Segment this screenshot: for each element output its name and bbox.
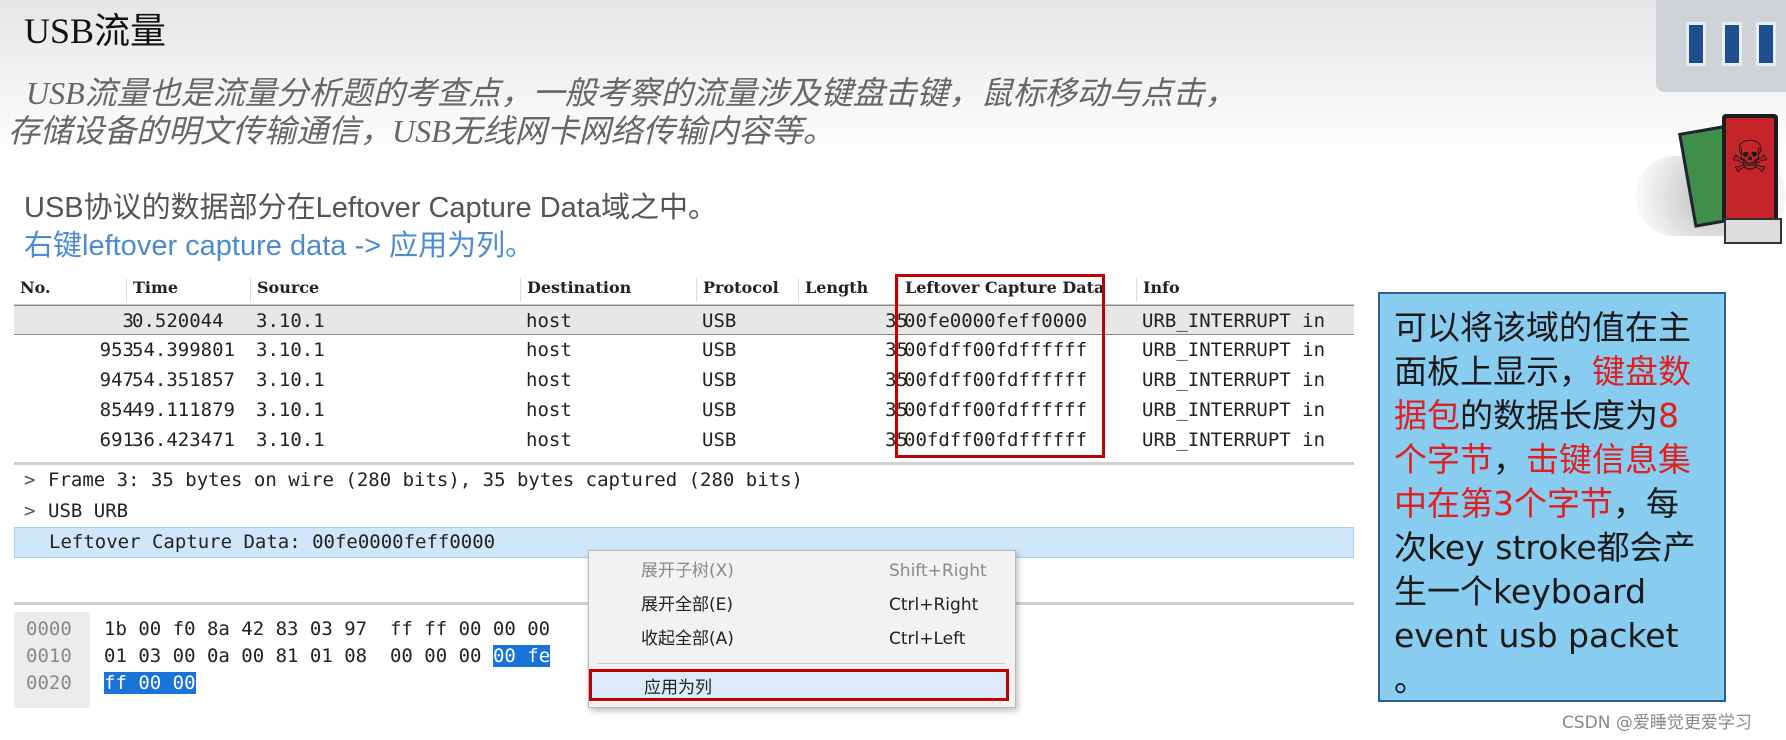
menu-item-shortcut: Ctrl+Right [889, 595, 979, 615]
cell-protocol: USB [702, 310, 737, 332]
hex-bytes: ff 00 00 [104, 672, 196, 694]
column-header-no[interactable]: No. [14, 278, 51, 302]
cell-length: 35 [885, 429, 908, 451]
hex-bytes-selected: ff 00 00 [104, 672, 196, 694]
packet-list: No. Time Source Destination Protocol Len… [14, 272, 1354, 455]
menu-item-apply-as-column[interactable]: 应用为列 [589, 669, 1009, 701]
tree-item-frame[interactable]: > Frame 3: 35 bytes on wire (280 bits), … [14, 465, 1354, 496]
cell-info: URB_INTERRUPT in [1142, 399, 1326, 421]
column-header-length[interactable]: Length [798, 278, 868, 302]
cell-protocol: USB [702, 429, 737, 451]
cell-length: 35 [885, 369, 908, 391]
cell-time: 36.423471 [132, 429, 235, 451]
usb-port-icon [1722, 22, 1742, 66]
cell-no: 3 [122, 310, 134, 332]
cell-no: 854 [99, 399, 134, 421]
note-text: 的数据长度为 [1460, 396, 1658, 435]
subtitle-line-2: 存储设备的明文传输通信，USB无线网卡网络传输内容等。 [8, 113, 835, 149]
column-header-source[interactable]: Source [250, 278, 319, 302]
column-header-info[interactable]: Info [1136, 278, 1180, 302]
hex-bytes-plain: 1b 00 f0 8a 42 83 03 97 ff ff 00 00 00 [104, 618, 551, 640]
expand-arrow-icon[interactable]: > [24, 496, 35, 527]
cell-info: URB_INTERRUPT in [1142, 369, 1326, 391]
cell-destination: host [526, 399, 572, 421]
cell-protocol: USB [702, 399, 737, 421]
menu-item-shortcut: Shift+Right [889, 561, 987, 581]
packet-row[interactable]: 947 54.351857 3.10.1 host USB 35 00fdff0… [14, 365, 1354, 395]
expand-arrow-icon[interactable]: > [24, 465, 35, 496]
cell-info: URB_INTERRUPT in [1142, 429, 1326, 451]
cell-protocol: USB [702, 369, 737, 391]
cell-no: 691 [99, 429, 134, 451]
cell-destination: host [526, 339, 572, 361]
cell-protocol: USB [702, 339, 737, 361]
hex-bytes: 1b 00 f0 8a 42 83 03 97 ff ff 00 00 00 [104, 618, 550, 640]
packet-row[interactable]: 953 54.399801 3.10.1 host USB 35 00fdff0… [14, 335, 1354, 365]
cell-no: 947 [99, 369, 134, 391]
menu-item-label: 应用为列 [644, 678, 712, 698]
menu-item-label: 收起全部(A) [641, 629, 734, 649]
cell-source: 3.10.1 [256, 369, 325, 391]
packet-row[interactable]: 691 36.423471 3.10.1 host USB 35 00fdff0… [14, 425, 1354, 455]
usb-port-icon [1686, 22, 1706, 66]
cell-time: 0.520044 [132, 310, 224, 332]
cell-length: 35 [885, 339, 908, 361]
usb-port-icon [1756, 22, 1776, 66]
red-usb-drive-icon: ☠ [1722, 114, 1778, 222]
packet-row-selected[interactable]: 3 0.520044 3.10.1 host USB 35 00fe0000fe… [14, 305, 1354, 335]
packet-detail-tree: > Frame 3: 35 bytes on wire (280 bits), … [14, 462, 1354, 558]
column-header-protocol[interactable]: Protocol [696, 278, 779, 302]
slide-note-leftover: USB协议的数据部分在Leftover Capture Data域之中。 [24, 192, 717, 224]
tree-item-label: USB URB [48, 500, 129, 522]
column-header-destination[interactable]: Destination [520, 278, 631, 302]
cell-source: 3.10.1 [256, 399, 325, 421]
hex-bytes-selected: 00 fe [492, 645, 551, 667]
cell-source: 3.10.1 [256, 339, 325, 361]
cell-destination: host [526, 310, 572, 332]
context-menu: 展开子树(X) Shift+Right 展开全部(E) Ctrl+Right 收… [588, 550, 1016, 708]
tree-item-usb-urb[interactable]: > USB URB [14, 496, 1354, 527]
tree-item-label: Leftover Capture Data: 00fe0000feff0000 [49, 531, 496, 553]
hex-offset: 0020 [26, 672, 72, 694]
explanation-note-box: 可以将该域的值在主面板上显示，键盘数据包的数据长度为8个字节，击键信息集中在第3… [1378, 292, 1726, 702]
leftover-column-highlight-box [895, 274, 1105, 458]
cell-no: 953 [99, 339, 134, 361]
menu-separator [597, 663, 1005, 664]
column-header-time[interactable]: Time [126, 278, 178, 302]
packet-row[interactable]: 854 49.111879 3.10.1 host USB 35 00fdff0… [14, 395, 1354, 425]
menu-item-collapse-all[interactable]: 收起全部(A) Ctrl+Left [589, 623, 1015, 655]
usb-drive-skull-image: ☠ [1636, 106, 1786, 244]
cell-time: 54.351857 [132, 369, 235, 391]
cell-info: URB_INTERRUPT in [1142, 310, 1326, 332]
subtitle-line-1: USB流量也是流量分析题的考查点，一般考察的流量涉及键盘击键，鼠标移动与点击， [26, 75, 1237, 111]
cell-time: 49.111879 [132, 399, 235, 421]
cell-info: URB_INTERRUPT in [1142, 339, 1326, 361]
hex-offset: 0000 [26, 618, 72, 640]
note-text: ， [1493, 440, 1526, 479]
hex-bytes-plain: 01 03 00 0a 00 81 01 08 00 00 00 [104, 645, 493, 667]
menu-item-shortcut: Ctrl+Left [889, 629, 966, 649]
cell-source: 3.10.1 [256, 429, 325, 451]
packet-list-header: No. Time Source Destination Protocol Len… [14, 272, 1354, 305]
cell-destination: host [526, 429, 572, 451]
menu-item-label: 展开全部(E) [641, 595, 734, 615]
cell-time: 54.399801 [132, 339, 235, 361]
watermark: CSDN @爱睡觉更爱学习 [1562, 713, 1752, 733]
slide-note-apply-column: 右键leftover capture data -> 应用为列。 [24, 230, 535, 262]
usb-ports-image [1656, 0, 1786, 92]
hex-offset: 0010 [26, 645, 72, 667]
cell-source: 3.10.1 [256, 310, 325, 332]
skull-icon: ☠ [1730, 132, 1770, 183]
usb-plug-icon [1724, 218, 1782, 244]
hex-bytes: 01 03 00 0a 00 81 01 08 00 00 00 00 fe [104, 645, 551, 667]
menu-item-label: 展开子树(X) [641, 561, 734, 581]
cell-destination: host [526, 369, 572, 391]
menu-item-expand-all[interactable]: 展开全部(E) Ctrl+Right [589, 589, 1015, 621]
slide-subtitle: USB流量也是流量分析题的考查点，一般考察的流量涉及键盘击键，鼠标移动与点击， … [8, 74, 1288, 150]
cell-length: 35 [885, 399, 908, 421]
menu-item-expand-subtree[interactable]: 展开子树(X) Shift+Right [589, 555, 1015, 587]
slide-title: USB流量 [24, 11, 167, 51]
cell-length: 35 [885, 310, 908, 332]
tree-item-label: Frame 3: 35 bytes on wire (280 bits), 35… [48, 469, 803, 491]
